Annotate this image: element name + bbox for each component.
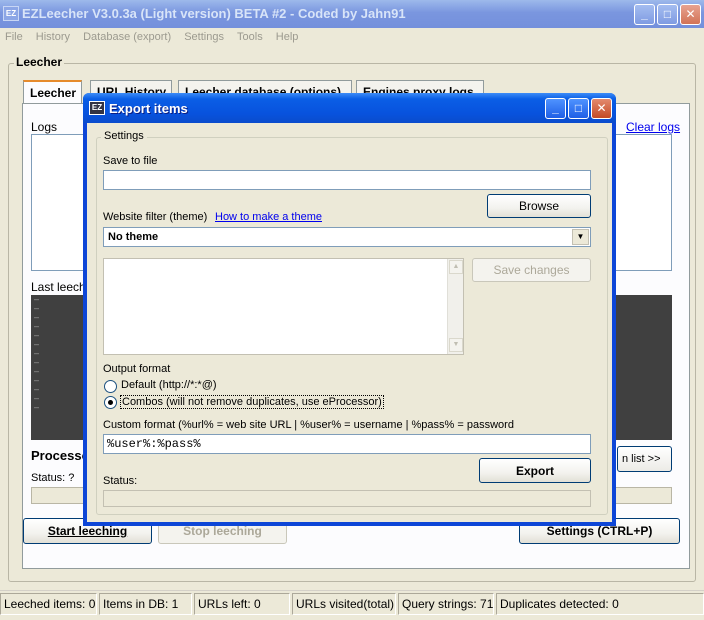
save-to-file-label: Save to file (103, 155, 158, 167)
settings-group-label: Settings (101, 130, 147, 142)
dialog-maximize-icon[interactable]: □ (568, 98, 589, 119)
custom-format-label: Custom format (%url% = web site URL | %u… (103, 419, 514, 431)
scroll-up-icon[interactable]: ▲ (449, 260, 463, 274)
menu-database-export[interactable]: Database (export) (83, 31, 171, 43)
dialog-close-icon[interactable]: ✕ (591, 98, 612, 119)
theme-editor-textarea[interactable] (103, 258, 464, 355)
dialog-minimize-icon[interactable]: _ (545, 98, 566, 119)
processor-status: Status: ? (31, 472, 75, 484)
status-leeched-items: Leeched items: 0 (0, 593, 97, 615)
menu-file[interactable]: File (5, 31, 23, 43)
export-button[interactable]: Export (479, 458, 591, 483)
status-items-in-db: Items in DB: 1 (99, 593, 192, 615)
radio-combos-format[interactable] (104, 396, 117, 409)
radio-default-format[interactable] (104, 380, 117, 393)
menu-tools[interactable]: Tools (237, 31, 263, 43)
last-leeched-label: Last leech (31, 280, 86, 294)
status-urls-visited: URLs visited(total): 2 (292, 593, 396, 615)
status-urls-left: URLs left: 0 (194, 593, 290, 615)
processor-label: Processo (31, 448, 90, 463)
dialog-title-bar[interactable]: Export items (83, 93, 616, 123)
leecher-group-label: Leecher (14, 55, 65, 69)
close-icon[interactable]: ✕ (680, 4, 701, 25)
app-logo-icon: EZ (3, 6, 19, 21)
menu-bar: File History Database (export) Settings … (0, 28, 704, 46)
menu-help[interactable]: Help (276, 31, 299, 43)
theme-select-value: No theme (108, 231, 159, 243)
menu-history[interactable]: History (36, 31, 70, 43)
dialog-title: Export items (109, 101, 188, 116)
minimize-icon[interactable]: _ (634, 4, 655, 25)
processor-list-button[interactable]: n list >> (617, 446, 672, 472)
save-to-file-input[interactable] (103, 170, 591, 190)
how-to-make-theme-link[interactable]: How to make a theme (215, 211, 322, 223)
logs-label: Logs (31, 120, 58, 134)
website-filter-label: Website filter (theme) (103, 211, 208, 223)
radio-combos-format-label[interactable]: Combos (will not remove duplicates, use … (120, 395, 384, 409)
main-window-title: EZLeecher V3.0.3a (Light version) BETA #… (22, 6, 406, 21)
theme-select[interactable]: No theme (103, 227, 591, 247)
dialog-app-icon: EZ (89, 101, 105, 115)
export-progress-bar (103, 490, 591, 507)
chevron-down-icon[interactable]: ▼ (572, 229, 589, 245)
theme-editor-scrollbar[interactable]: ▲ ▼ (447, 259, 463, 354)
output-format-label: Output format (103, 363, 171, 375)
status-duplicates-detected: Duplicates detected: 0 (496, 593, 704, 615)
tab-leecher[interactable]: Leecher (23, 80, 82, 104)
main-title-bar[interactable]: EZLeecher V3.0.3a (Light version) BETA #… (0, 0, 704, 28)
browse-button[interactable]: Browse (487, 194, 591, 218)
maximize-icon[interactable]: □ (657, 4, 678, 25)
save-changes-button[interactable]: Save changes (472, 258, 591, 282)
scroll-down-icon[interactable]: ▼ (449, 338, 463, 352)
clear-logs-link[interactable]: Clear logs (626, 120, 680, 134)
status-query-strings: Query strings: 7102 (398, 593, 494, 615)
custom-format-input[interactable] (103, 434, 591, 454)
menu-settings[interactable]: Settings (184, 31, 224, 43)
radio-default-format-label[interactable]: Default (http://*:*@) (121, 379, 217, 391)
dialog-status-label: Status: (103, 475, 138, 487)
